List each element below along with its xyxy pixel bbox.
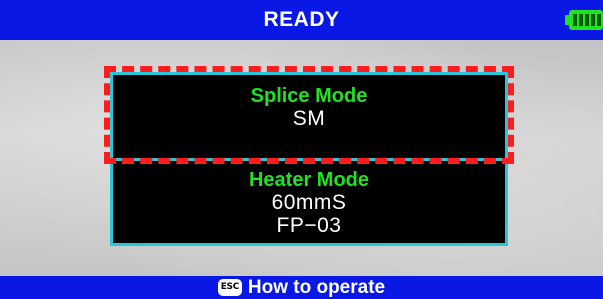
- battery-cell: [579, 14, 583, 26]
- heater-mode-program: 60mmS: [271, 191, 347, 214]
- how-to-operate-label: How to operate: [247, 276, 386, 298]
- heater-mode-sleeve: FP−03: [276, 214, 342, 237]
- heater-mode-label: Heater Mode: [248, 169, 370, 191]
- battery-terminal: [565, 15, 569, 25]
- status-title: READY: [263, 8, 340, 31]
- how-to-operate-hint[interactable]: ESC How to operate: [0, 276, 603, 299]
- heater-mode-card[interactable]: Heater Mode 60mmS FP−03: [110, 158, 508, 246]
- battery-cell: [591, 14, 595, 26]
- battery-cell: [585, 14, 589, 26]
- battery-cell: [573, 14, 577, 26]
- esc-key-icon: ESC: [217, 279, 242, 296]
- selection-highlight: [104, 66, 514, 164]
- battery-full-icon: [565, 10, 603, 30]
- battery-cell: [597, 14, 601, 26]
